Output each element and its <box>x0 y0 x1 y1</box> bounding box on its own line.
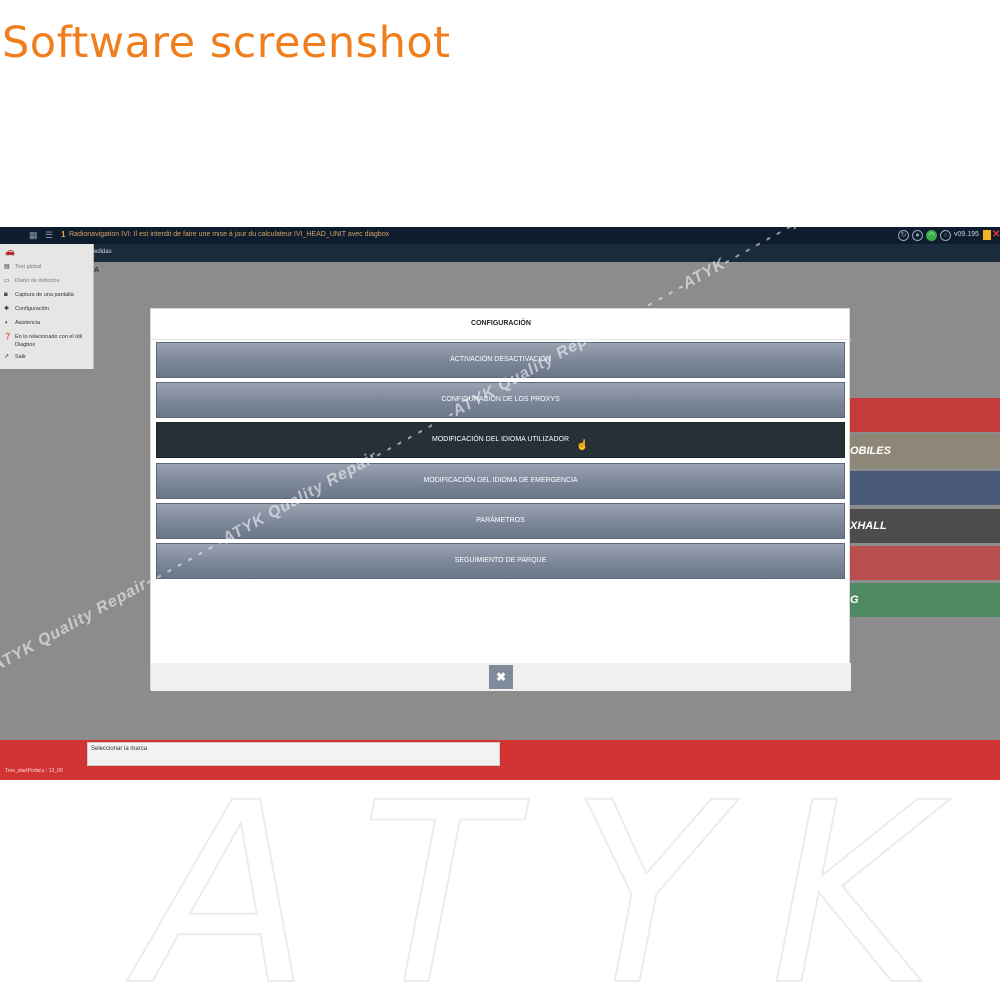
lock-icon[interactable]: ● <box>912 230 923 241</box>
nav-bar: edidas <box>0 244 1000 262</box>
menu-item-label: Configuración <box>15 306 49 312</box>
menu-item-exit[interactable]: ↗ Salir <box>0 350 93 364</box>
configuration-dialog: CONFIGURACIÓN ACTIVACIÓN DESACTIVACIÓN C… <box>150 308 851 691</box>
menu-item-assistance[interactable]: ◑ Asistencia <box>0 316 93 330</box>
test-icon: ▤ <box>4 264 10 270</box>
dialog-close-button[interactable]: ✖ <box>489 665 513 689</box>
menu-item-label: Diario de defectos <box>15 278 60 284</box>
menu-item-about-diagbox[interactable]: ❓ En lo relacionado con el útil Diagbox <box>0 330 93 350</box>
option-proxy-config[interactable]: CONFIGURACIÓN DE LOS PROXYS <box>156 382 845 418</box>
option-emergency-language[interactable]: MODIFICACIÓN DEL IDIOMA DE EMERGENCIA <box>156 463 845 499</box>
info-icon: ❓ <box>4 334 12 340</box>
watermark-letter: K <box>769 749 935 1000</box>
top-bar: ▦ ☰ 1 Radionavigation IVI: Il est interd… <box>0 227 1000 244</box>
page-title: Software screenshot <box>2 18 451 68</box>
camera-icon: ◙ <box>4 292 8 298</box>
page: Software screenshot ▦ ☰ 1 Radionavigatio… <box>0 0 1000 1000</box>
menu-item-label: Asistencia <box>15 320 41 326</box>
menu-item-label: Test global <box>15 264 42 270</box>
menu-item-test-global[interactable]: ▤ Test global <box>0 260 93 274</box>
brand-strip-label: OBILES <box>850 445 891 457</box>
exit-icon: ↗ <box>4 354 10 360</box>
menu-item-label: Salir <box>15 354 27 360</box>
side-menu: 🚗 ▤ Test global ▭ Diario de defectos ◙ Capt… <box>0 244 94 369</box>
watermark-letters: A T Y K <box>139 749 1000 1000</box>
brand-strip-label: XHALL <box>850 520 887 532</box>
grid-icon[interactable]: ▦ <box>29 231 38 240</box>
divider <box>151 339 851 340</box>
option-user-language[interactable]: MODIFICACIÓN DEL IDIOMA UTILIZADOR <box>156 422 845 458</box>
brand-strip-1[interactable] <box>850 398 1000 432</box>
section-letter: A <box>94 267 100 274</box>
option-activation[interactable]: ACTIVACIÓN DESACTIVACIÓN <box>156 342 845 378</box>
wifi-icon[interactable]: ◠ <box>926 230 937 241</box>
software-screenshot: ▦ ☰ 1 Radionavigation IVI: Il est interd… <box>0 227 1000 780</box>
watermark-letter: A <box>139 749 312 1000</box>
option-parameters[interactable]: PARÁMETROS <box>156 503 845 539</box>
status-text: Tree_startPortal.s : 13_00 <box>5 768 63 774</box>
notification-count: 1 <box>61 230 66 239</box>
close-icon[interactable]: ✕ <box>992 229 1000 241</box>
watermark-letter: T <box>359 749 514 1000</box>
refresh-icon[interactable]: ↻ <box>898 230 909 241</box>
headset-icon: ◑ <box>4 320 8 326</box>
mouse-cursor-icon: ☝ <box>576 440 589 451</box>
menu-item-label: En lo relacionado con el útil Diagbox <box>15 334 83 348</box>
dialog-footer: ✖ <box>151 663 851 691</box>
brand-strip-label: G <box>850 594 859 606</box>
dialog-title: CONFIGURACIÓN <box>471 320 531 327</box>
log-icon: ▭ <box>4 278 10 284</box>
version-label: v09.195 <box>954 231 979 238</box>
gear-icon: ✱ <box>4 306 10 312</box>
option-fleet-tracking[interactable]: SEGUIMIENTO DE PARQUE <box>156 543 845 579</box>
brand-strip-5[interactable] <box>850 546 1000 580</box>
list-icon[interactable]: ☰ <box>45 231 54 240</box>
watermark-letter: Y <box>569 749 724 1000</box>
brand-strip-2[interactable]: OBILES <box>850 434 1000 468</box>
settings-icon[interactable]: ○ <box>940 230 951 241</box>
menu-item-fault-log[interactable]: ▭ Diario de defectos <box>0 274 93 288</box>
menu-item-configuration[interactable]: ✱ Configuración <box>0 302 93 316</box>
menu-item-screenshot[interactable]: ◙ Captura de una pantalla <box>0 288 93 302</box>
brand-strip-3[interactable] <box>850 471 1000 505</box>
menu-item-label: Captura de una pantalla <box>15 292 74 298</box>
menu-header: 🚗 <box>0 244 93 260</box>
brand-strip-4[interactable]: XHALL <box>850 509 1000 543</box>
notification-text: Radionavigation IVI: Il est interdit de … <box>69 231 390 238</box>
brand-strip-6[interactable]: G <box>850 583 1000 617</box>
tab-medidas[interactable]: edidas <box>94 249 112 255</box>
minimize-icon[interactable] <box>983 230 991 240</box>
car-icon[interactable]: 🚗 <box>5 247 15 256</box>
